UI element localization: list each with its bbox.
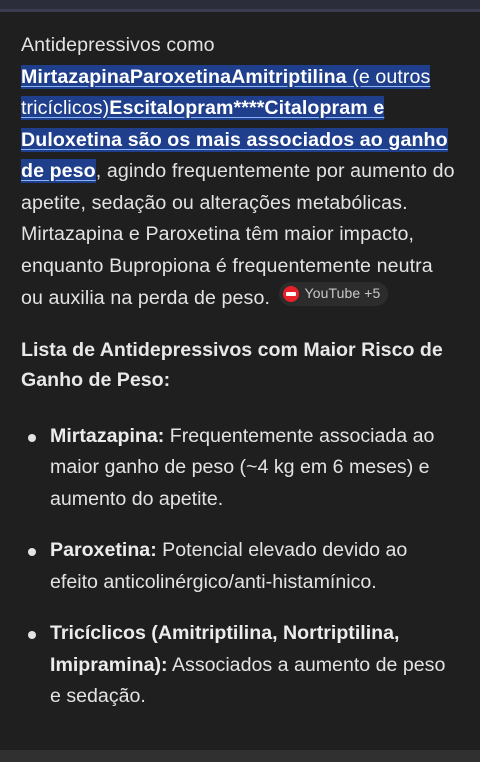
- top-edge-bar: [0, 0, 480, 12]
- bullet-icon: [28, 631, 36, 639]
- answer-content: Antidepressivos como MirtazapinaParoxeti…: [0, 12, 480, 733]
- source-chip-label: YouTube +5: [304, 285, 381, 302]
- antidepressant-list: Mirtazapina: Frequentemente associada ao…: [21, 421, 460, 713]
- list-item: Tricíclicos (Amitriptilina, Nortriptilin…: [21, 618, 460, 713]
- bullet-icon: [28, 548, 36, 556]
- intro-lead: Antidepressivos como: [21, 34, 215, 56]
- list-item: Mirtazapina: Frequentemente associada ao…: [21, 421, 460, 516]
- list-item: Paroxetina: Potencial elevado devido ao …: [21, 535, 460, 598]
- bullet-icon: [28, 433, 36, 442]
- intro-paragraph: Antidepressivos como MirtazapinaParoxeti…: [21, 30, 460, 315]
- bottom-edge-bar: [0, 750, 480, 762]
- item-name: Paroxetina:: [50, 539, 157, 561]
- section-title: Lista de Antidepressivos com Maior Risco…: [21, 338, 443, 391]
- youtube-icon: [282, 286, 299, 302]
- source-chip[interactable]: YouTube +5: [278, 282, 389, 306]
- highlight-bold-1: MirtazapinaParoxetinaAmitriptilina: [21, 65, 347, 88]
- item-name: Mirtazapina:: [50, 424, 165, 447]
